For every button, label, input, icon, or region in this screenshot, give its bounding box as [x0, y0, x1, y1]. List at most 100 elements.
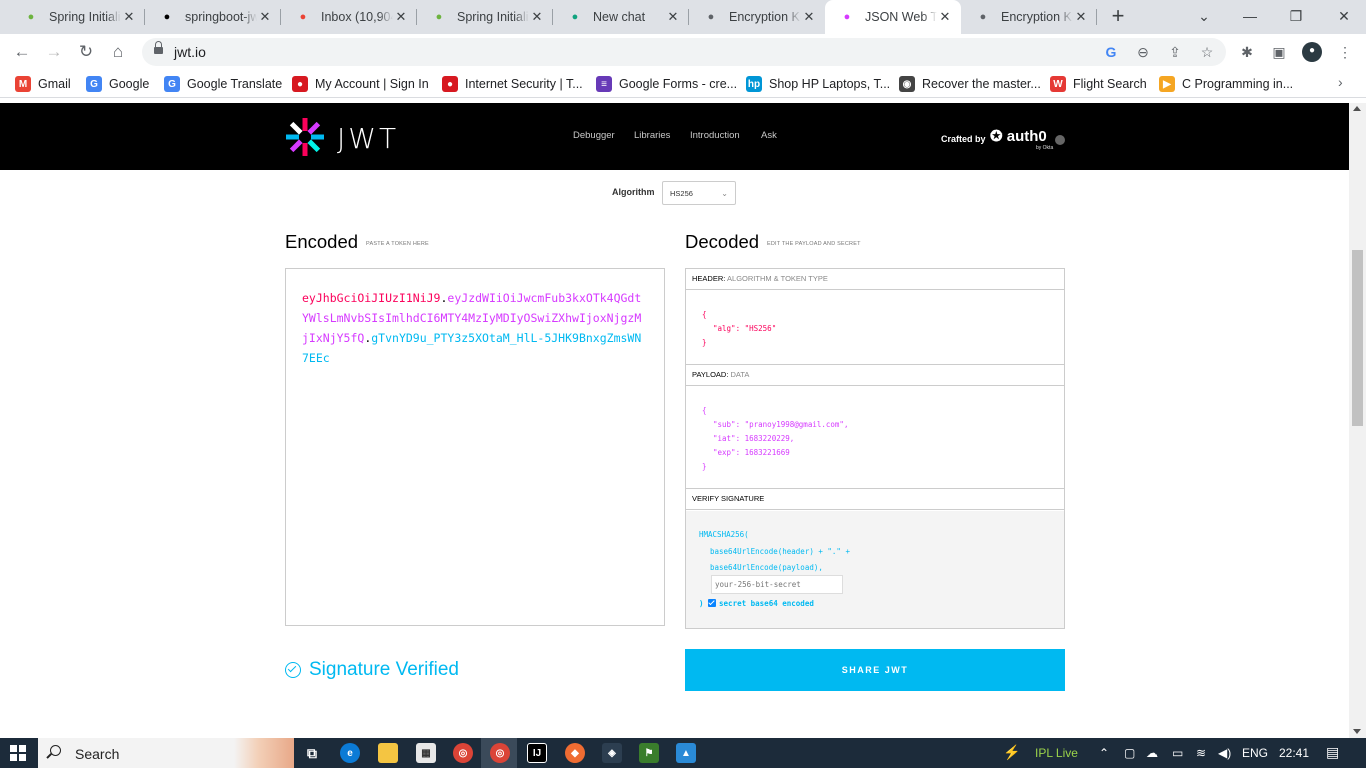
scroll-up-icon[interactable]: [1353, 106, 1361, 111]
google-lens-icon[interactable]: G: [1102, 43, 1120, 61]
new-tab-button[interactable]: +: [1106, 5, 1130, 29]
tab-search-icon[interactable]: ⌄: [1194, 6, 1214, 26]
profile-avatar[interactable]: ●: [1302, 42, 1322, 62]
bookmark-label: Gmail: [38, 77, 71, 91]
clock-time[interactable]: 22:41: [1279, 746, 1309, 760]
intellij-icon[interactable]: IJ: [527, 743, 547, 763]
trend-micro-icon: ●: [292, 76, 308, 92]
restore-button[interactable]: ❐: [1286, 6, 1306, 26]
side-panel-icon[interactable]: ▣: [1270, 43, 1288, 61]
volume-icon[interactable]: ◀): [1218, 746, 1231, 760]
auth0-star-icon: ✪: [990, 128, 1003, 145]
browser-tab[interactable]: ● Spring Initializr✕: [9, 0, 145, 34]
file-explorer-icon[interactable]: [378, 743, 398, 763]
payload-json-editor[interactable]: { "sub": "pranoy1998@gmail.com", "iat": …: [686, 387, 1064, 489]
close-tab-icon[interactable]: ✕: [529, 9, 545, 25]
browser-tab[interactable]: ● Encryption Key✕: [689, 0, 825, 34]
chrome-icon[interactable]: ◎: [453, 743, 473, 763]
page-scrollbar[interactable]: [1349, 103, 1366, 738]
encoded-token[interactable]: eyJhbGciOiJIUzI1NiJ9.eyJzdWIiOiJwcmFub3k…: [302, 288, 642, 368]
nav-introduction[interactable]: Introduction: [690, 130, 740, 141]
gmail-icon: M: [15, 76, 31, 92]
bookmark-item[interactable]: ● Internet Security | T...: [442, 75, 583, 93]
menu-icon[interactable]: ⋮: [1336, 43, 1354, 61]
browser-tab[interactable]: ● Spring Initializr✕: [417, 0, 553, 34]
reload-icon[interactable]: ↻: [75, 41, 97, 63]
browser-tab[interactable]: ● springboot-jwt ✕: [145, 0, 281, 34]
meet-now-icon[interactable]: ▢: [1124, 746, 1135, 760]
minimize-button[interactable]: —: [1240, 6, 1260, 26]
close-window-button[interactable]: ✕: [1334, 6, 1354, 26]
battery-icon[interactable]: ▭: [1172, 746, 1183, 760]
language-label[interactable]: ENG: [1242, 746, 1268, 760]
share-jwt-button[interactable]: SHARE JWT: [685, 649, 1065, 691]
taskbar-search-box[interactable]: Search: [38, 738, 294, 768]
bookmark-item[interactable]: M Gmail: [15, 75, 71, 93]
windows-start-icon[interactable]: [10, 745, 26, 761]
scrollbar-thumb[interactable]: [1352, 250, 1363, 426]
address-bar[interactable]: jwt.io G ⊖ ⇪ ☆: [142, 38, 1226, 66]
algorithm-value: HS256: [670, 189, 693, 198]
onedrive-icon[interactable]: ☁: [1146, 746, 1158, 760]
base64-checkbox-label[interactable]: secret base64 encoded: [719, 599, 814, 608]
notifications-icon[interactable]: ▤: [1326, 744, 1339, 761]
base64-checkbox[interactable]: [708, 599, 717, 607]
address-url[interactable]: jwt.io: [174, 44, 206, 60]
header-json-editor[interactable]: { "alg": "HS256" }: [686, 291, 1064, 365]
zoom-icon[interactable]: ⊖: [1134, 43, 1152, 61]
close-tab-icon[interactable]: ✕: [257, 9, 273, 25]
bookmark-item[interactable]: ● My Account | Sign In: [292, 75, 429, 93]
browser-tab[interactable]: ● Encryption Key✕: [961, 0, 1097, 34]
close-tab-icon[interactable]: ✕: [665, 9, 681, 25]
share-icon[interactable]: ⇪: [1166, 43, 1184, 61]
jwt-wordmark[interactable]: JWT: [337, 122, 399, 155]
close-tab-icon[interactable]: ✕: [801, 9, 817, 25]
browser-tab[interactable]: ● JSON Web Token✕: [825, 0, 961, 34]
bookmark-item[interactable]: G Google Translate: [164, 75, 282, 93]
browser-tab[interactable]: ● New chat ✕: [553, 0, 689, 34]
close-tab-icon[interactable]: ✕: [937, 9, 953, 25]
bookmark-item[interactable]: ◉ Recover the master...: [899, 75, 1041, 93]
chrome-profile-icon[interactable]: ◎: [490, 743, 510, 763]
algorithm-select[interactable]: HS256 ⌄: [662, 181, 736, 205]
jwt-logo-icon[interactable]: [285, 117, 325, 157]
encoded-token-textarea[interactable]: eyJhbGciOiJIUzI1NiJ9.eyJzdWIiOiJwcmFub3k…: [285, 268, 665, 626]
extensions-icon[interactable]: ✱: [1238, 43, 1256, 61]
close-tab-icon[interactable]: ✕: [121, 9, 137, 25]
task-view-icon[interactable]: ⧉: [302, 743, 322, 763]
nav-ask[interactable]: Ask: [761, 130, 777, 141]
forms-icon: ≡: [596, 76, 612, 92]
wifi-icon[interactable]: ≋: [1196, 746, 1206, 760]
sts-icon[interactable]: ⚑: [639, 743, 659, 763]
bookmark-item[interactable]: G Google: [86, 75, 149, 93]
github-icon: ●: [163, 11, 171, 23]
back-icon[interactable]: ←: [11, 41, 33, 63]
git-icon[interactable]: ◈: [602, 743, 622, 763]
close-tab-icon[interactable]: ✕: [393, 9, 409, 25]
auth0-info-icon[interactable]: [1055, 135, 1065, 145]
secret-input[interactable]: [711, 575, 843, 594]
edge-icon[interactable]: e: [340, 743, 360, 763]
nav-libraries[interactable]: Libraries: [634, 130, 670, 141]
browser-tab[interactable]: ● Inbox (10,904)✕: [281, 0, 417, 34]
bookmark-item[interactable]: W Flight Search: [1050, 75, 1147, 93]
photos-icon[interactable]: ▲: [676, 743, 696, 763]
bookmarks-overflow-icon[interactable]: ›: [1338, 74, 1343, 90]
ipl-icon[interactable]: ⚡: [1003, 744, 1020, 761]
scroll-down-icon[interactable]: [1353, 729, 1361, 734]
forward-icon[interactable]: →: [43, 41, 65, 63]
store-icon[interactable]: ▦: [416, 743, 436, 763]
ipl-live-label[interactable]: IPL Live: [1035, 746, 1078, 760]
bookmark-item[interactable]: hp Shop HP Laptops, T...: [746, 75, 890, 93]
signature-section: HMACSHA256( base64UrlEncode(header) + ".…: [686, 511, 1064, 628]
home-icon[interactable]: ⌂: [107, 41, 129, 63]
auth0-logo[interactable]: ✪ auth0: [990, 127, 1047, 145]
bookmark-item[interactable]: ▶ C Programming in...: [1159, 75, 1293, 93]
bookmark-label: My Account | Sign In: [315, 77, 429, 91]
postman-icon[interactable]: ◆: [565, 743, 585, 763]
bookmark-star-icon[interactable]: ☆: [1198, 43, 1216, 61]
bookmark-item[interactable]: ≡ Google Forms - cre...: [596, 75, 737, 93]
close-tab-icon[interactable]: ✕: [1073, 9, 1089, 25]
nav-debugger[interactable]: Debugger: [573, 130, 615, 141]
tray-expand-icon[interactable]: ⌃: [1099, 746, 1109, 760]
